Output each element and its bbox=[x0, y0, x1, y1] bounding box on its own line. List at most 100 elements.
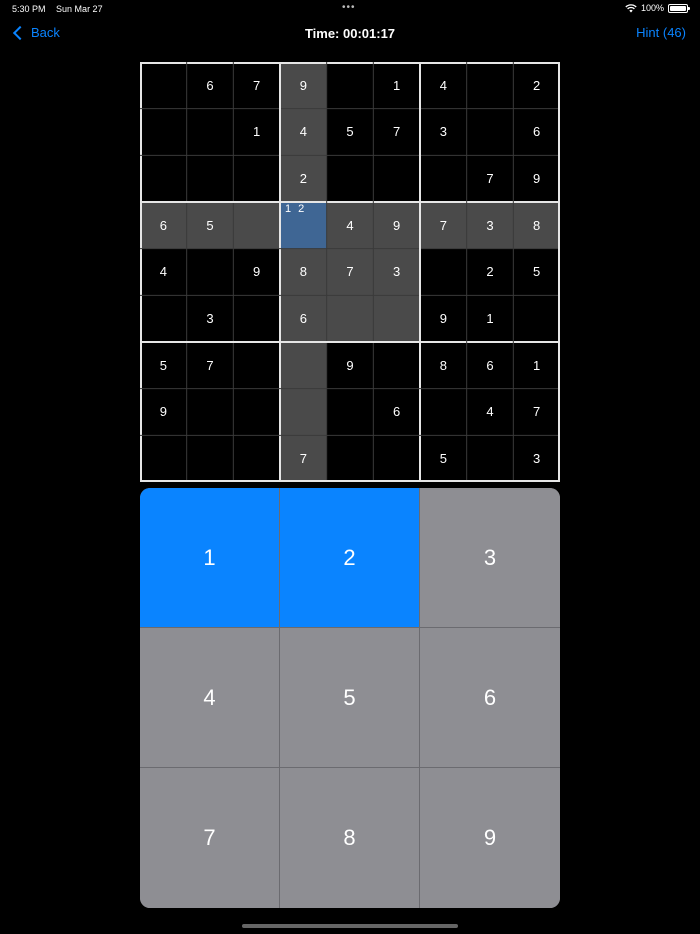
cell-r4c9[interactable]: 8 bbox=[513, 202, 560, 249]
cell-r9c4[interactable]: 7 bbox=[280, 435, 327, 482]
battery-icon bbox=[668, 3, 690, 13]
cell-r6c8[interactable]: 1 bbox=[467, 295, 514, 342]
cell-r9c3[interactable] bbox=[233, 435, 280, 482]
cell-r8c5[interactable] bbox=[327, 389, 374, 436]
cell-r1c1[interactable] bbox=[140, 62, 187, 109]
cell-r5c9[interactable]: 5 bbox=[513, 249, 560, 296]
cell-r5c3[interactable]: 9 bbox=[233, 249, 280, 296]
cell-r2c5[interactable]: 5 bbox=[327, 109, 374, 156]
cell-r7c7[interactable]: 8 bbox=[420, 342, 467, 389]
cell-r7c8[interactable]: 6 bbox=[467, 342, 514, 389]
cell-r4c8[interactable]: 3 bbox=[466, 202, 514, 249]
cell-r7c2[interactable]: 7 bbox=[187, 342, 234, 389]
cell-r6c9[interactable] bbox=[513, 295, 560, 342]
battery-percent: 100% bbox=[640, 3, 664, 13]
cell-r7c1[interactable]: 5 bbox=[140, 342, 187, 389]
cell-r9c1[interactable] bbox=[140, 435, 187, 482]
cell-r5c8[interactable]: 2 bbox=[467, 249, 514, 296]
keypad-key-8[interactable]: 8 bbox=[280, 768, 420, 908]
keypad-key-2[interactable]: 2 bbox=[280, 488, 420, 628]
keypad-key-3[interactable]: 3 bbox=[420, 488, 560, 628]
cell-r9c2[interactable] bbox=[187, 435, 234, 482]
cell-r5c7[interactable] bbox=[420, 249, 467, 296]
cell-notes: 1 2 bbox=[285, 203, 307, 215]
cell-r1c3[interactable]: 7 bbox=[233, 62, 280, 109]
cell-r7c5[interactable]: 9 bbox=[327, 342, 374, 389]
cell-r3c9[interactable]: 9 bbox=[513, 155, 560, 202]
cell-r2c1[interactable] bbox=[140, 109, 187, 156]
cell-r9c9[interactable]: 3 bbox=[513, 435, 560, 482]
keypad-key-7[interactable]: 7 bbox=[140, 768, 280, 908]
cell-r5c1[interactable]: 4 bbox=[140, 249, 187, 296]
cell-r2c6[interactable]: 7 bbox=[373, 109, 420, 156]
cell-r3c2[interactable] bbox=[187, 155, 234, 202]
status-date: Sun Mar 27 bbox=[56, 4, 103, 14]
cell-r1c8[interactable] bbox=[467, 62, 514, 109]
cell-r1c6[interactable]: 1 bbox=[373, 62, 420, 109]
cell-r3c8[interactable]: 7 bbox=[467, 155, 514, 202]
cell-r7c6[interactable] bbox=[373, 342, 420, 389]
cell-r6c7[interactable]: 9 bbox=[420, 295, 467, 342]
cell-r2c4[interactable]: 4 bbox=[280, 108, 327, 156]
cell-r1c5[interactable] bbox=[327, 62, 374, 109]
cell-r8c8[interactable]: 4 bbox=[467, 389, 514, 436]
cell-r2c8[interactable] bbox=[467, 109, 514, 156]
cell-r8c3[interactable] bbox=[233, 389, 280, 436]
cell-r3c4[interactable]: 2 bbox=[280, 155, 327, 202]
cell-r4c7[interactable]: 7 bbox=[420, 202, 467, 249]
cell-r3c6[interactable] bbox=[373, 155, 420, 202]
cell-r1c2[interactable]: 6 bbox=[187, 62, 234, 109]
cell-r3c3[interactable] bbox=[233, 155, 280, 202]
timer-title: Time: 00:01:17 bbox=[304, 26, 396, 41]
cell-r4c3[interactable] bbox=[233, 202, 280, 249]
keypad-key-9[interactable]: 9 bbox=[420, 768, 560, 908]
cell-r9c7[interactable]: 5 bbox=[420, 435, 467, 482]
cell-r2c9[interactable]: 6 bbox=[513, 109, 560, 156]
cell-r7c4[interactable] bbox=[280, 342, 327, 389]
cell-r3c7[interactable] bbox=[420, 155, 467, 202]
number-keypad: 123456789 bbox=[140, 488, 560, 908]
cell-r4c1[interactable]: 6 bbox=[140, 202, 187, 249]
multitasking-dots[interactable]: ••• bbox=[342, 2, 356, 13]
cell-r4c5[interactable]: 4 bbox=[326, 202, 374, 249]
keypad-key-5[interactable]: 5 bbox=[280, 628, 420, 768]
keypad-key-1[interactable]: 1 bbox=[140, 488, 280, 628]
cell-r9c5[interactable] bbox=[327, 435, 374, 482]
cell-r8c6[interactable]: 6 bbox=[373, 389, 420, 436]
cell-r1c4[interactable]: 9 bbox=[280, 62, 327, 109]
cell-r6c4[interactable]: 6 bbox=[280, 295, 327, 342]
cell-r8c4[interactable] bbox=[280, 388, 327, 436]
cell-r2c7[interactable]: 3 bbox=[420, 109, 467, 156]
cell-r6c1[interactable] bbox=[140, 295, 187, 342]
cell-r8c9[interactable]: 7 bbox=[513, 389, 560, 436]
cell-r5c5[interactable]: 7 bbox=[326, 248, 374, 296]
hint-button[interactable]: Hint (46) bbox=[636, 25, 686, 40]
cell-r6c3[interactable] bbox=[233, 295, 280, 342]
cell-r8c7[interactable] bbox=[420, 389, 467, 436]
cell-r8c2[interactable] bbox=[187, 389, 234, 436]
cell-r4c4[interactable]: 1 2 bbox=[280, 202, 327, 249]
cell-r3c1[interactable] bbox=[140, 155, 187, 202]
cell-r5c4[interactable]: 8 bbox=[280, 248, 327, 296]
cell-r6c5[interactable] bbox=[326, 295, 374, 342]
cell-r2c3[interactable]: 1 bbox=[233, 109, 280, 156]
cell-r1c9[interactable]: 2 bbox=[513, 62, 560, 109]
cell-r9c6[interactable] bbox=[373, 435, 420, 482]
cell-r1c7[interactable]: 4 bbox=[420, 62, 467, 109]
cell-r6c2[interactable]: 3 bbox=[187, 295, 234, 342]
cell-r9c8[interactable] bbox=[467, 435, 514, 482]
cell-r6c6[interactable] bbox=[373, 295, 420, 342]
cell-r5c2[interactable] bbox=[187, 249, 234, 296]
keypad-key-6[interactable]: 6 bbox=[420, 628, 560, 768]
cell-r4c6[interactable]: 9 bbox=[373, 202, 420, 249]
cell-r5c6[interactable]: 3 bbox=[373, 248, 420, 296]
cell-r2c2[interactable] bbox=[187, 109, 234, 156]
cell-r3c5[interactable] bbox=[327, 155, 374, 202]
cell-r8c1[interactable]: 9 bbox=[140, 389, 187, 436]
cell-r4c2[interactable]: 5 bbox=[186, 202, 234, 249]
status-right: 100% bbox=[625, 3, 690, 13]
cell-r7c3[interactable] bbox=[233, 342, 280, 389]
cell-r7c9[interactable]: 1 bbox=[513, 342, 560, 389]
home-indicator[interactable] bbox=[242, 924, 458, 928]
keypad-key-4[interactable]: 4 bbox=[140, 628, 280, 768]
